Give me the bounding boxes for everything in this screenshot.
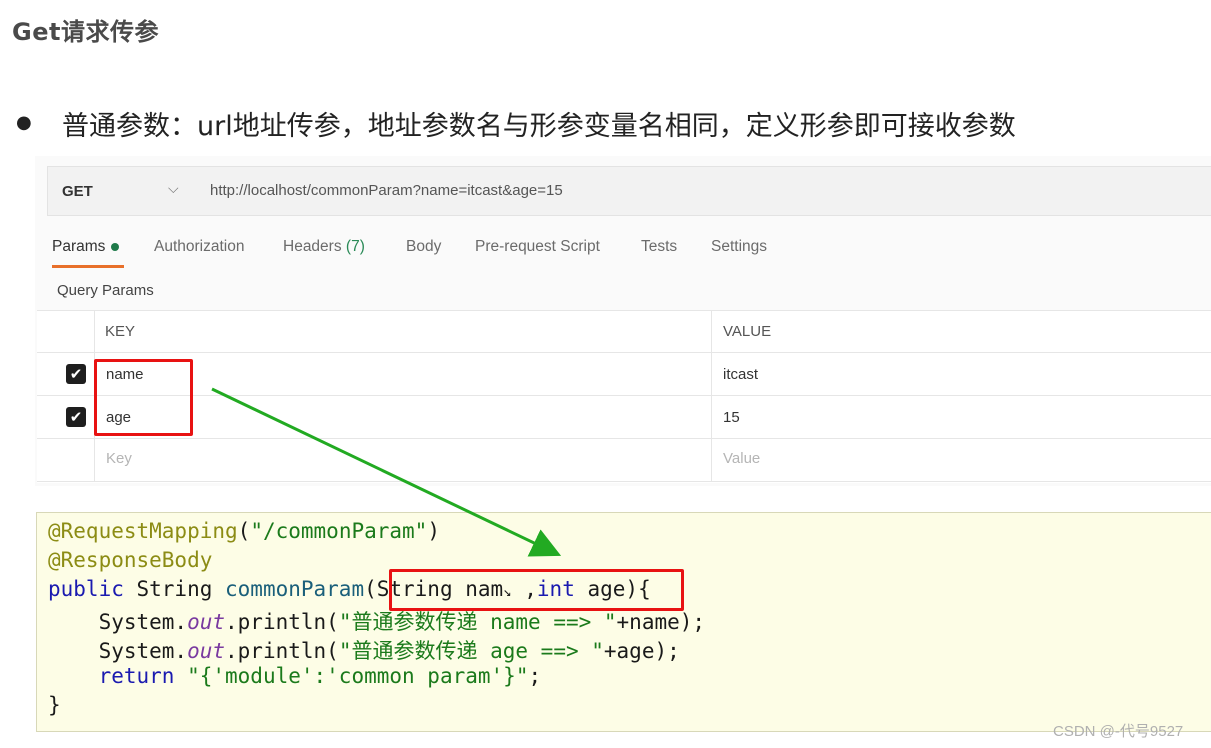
- arrow-line: [211, 387, 562, 557]
- watermark: CSDN @-代号9527: [1053, 723, 1184, 740]
- green-arrow-icon: [211, 387, 562, 557]
